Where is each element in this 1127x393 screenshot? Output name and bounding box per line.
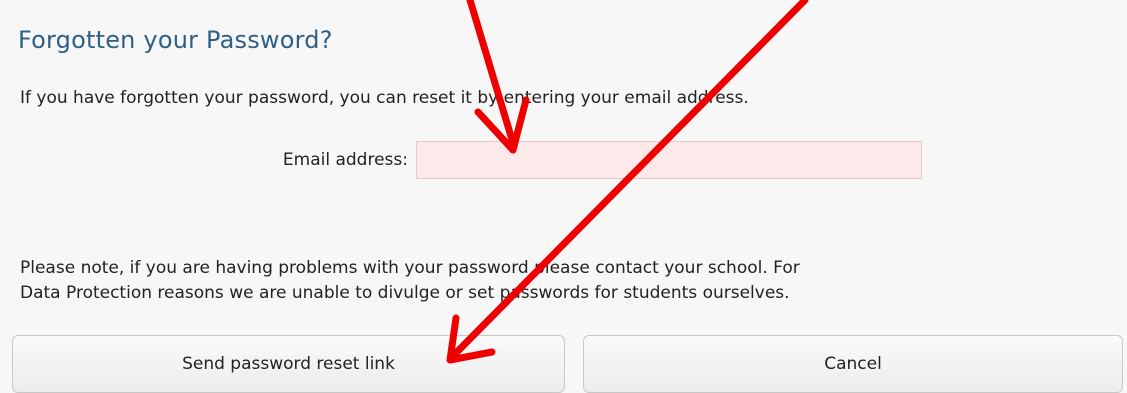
page-title: Forgotten your Password? xyxy=(18,26,333,54)
cancel-button[interactable]: Cancel xyxy=(583,335,1123,393)
note-line-1: Please note, if you are having problems … xyxy=(20,258,800,278)
email-row: Email address: xyxy=(230,138,922,182)
email-label: Email address: xyxy=(282,150,408,170)
email-field[interactable] xyxy=(416,141,922,179)
intro-text: If you have forgotten your password, you… xyxy=(20,88,749,108)
send-reset-link-button[interactable]: Send password reset link xyxy=(12,335,565,393)
data-protection-note: Please note, if you are having problems … xyxy=(20,256,1100,306)
annotation-arrow-to-email xyxy=(466,0,530,154)
note-line-2: Data Protection reasons we are unable to… xyxy=(20,283,790,303)
annotation-arrows xyxy=(446,0,809,364)
